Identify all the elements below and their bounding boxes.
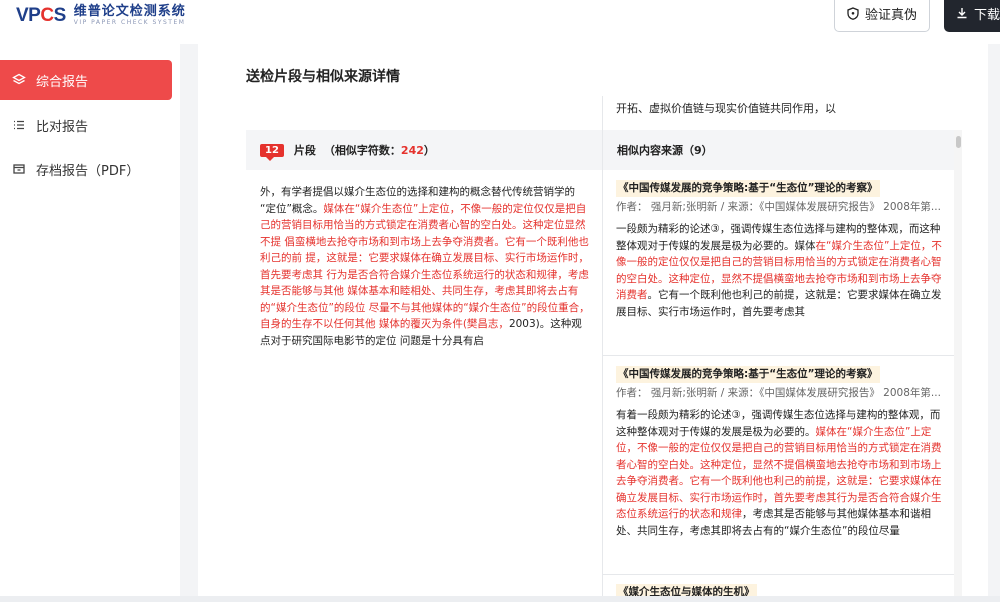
sidebar-item-label: 综合报告 (36, 74, 89, 90)
fragment-text-similar: 媒体在“媒介生态位”上定位，不像一般的定位仅仅是把自 己的营销目标用恰当的方式锁… (260, 202, 590, 331)
logo-mark: VPCS (16, 5, 66, 27)
list-icon (14, 120, 24, 130)
layers-icon (12, 73, 26, 85)
scrollbar-thumb[interactable] (956, 136, 961, 148)
source-divider (603, 574, 955, 575)
sidebar-item-label: 存档报告（PDF） (36, 163, 140, 179)
scrollbar-track[interactable] (954, 130, 962, 602)
source-text-snippet: 开拓、虚拟价值链与现实价值链共同作用，以 (616, 102, 836, 115)
horizontal-scrollbar[interactable] (0, 596, 1000, 602)
similar-count-prefix: （相似字符数： (323, 144, 401, 157)
app-header: VPCS 维普论文检测系统 VIP PAPER CHECK SYSTEM 验证真… (0, 0, 1000, 44)
logo-subtitle: VIP PAPER CHECK SYSTEM (73, 19, 186, 26)
similar-source-item: 《中国传媒发展的竞争策略:基于“生态位”理论的考察》 作者： 强月新;张明新 /… (616, 366, 942, 539)
logo: VPCS 维普论文检测系统 VIP PAPER CHECK SYSTEM (16, 4, 186, 27)
source-meta: 作者： 强月新;张明新 / 来源：《中国媒体发展研究报告》 2008年第... (616, 200, 941, 213)
column-divider (602, 96, 603, 602)
fragment-label: 片段 (293, 144, 316, 157)
download-label: 下载 (974, 7, 1000, 23)
download-icon (957, 8, 967, 19)
sidebar-item-label: 比对报告 (36, 119, 89, 135)
source-divider (603, 355, 955, 356)
sources-header-label: 相似内容来源（9） (617, 144, 713, 157)
logo-mark-part: S (53, 4, 67, 26)
fragment-header: 12 片段 （相似字符数： 242） (246, 130, 602, 170)
source-title-link[interactable]: 《中国传媒发展的竞争策略:基于“生态位”理论的考察》 (616, 366, 880, 383)
sidebar-item-archive-report[interactable]: 存档报告（PDF） (0, 149, 172, 189)
similar-source-item: 《中国传媒发展的竞争策略:基于“生态位”理论的考察》 作者： 强月新;张明新 /… (616, 180, 942, 320)
archive-icon (13, 164, 25, 174)
logo-mark-part: C (40, 4, 54, 26)
source-text: 一段颇为精彩的论述③，强调传媒生态位选择与建构的整体观，而这种整体观对于传媒的发… (616, 221, 942, 320)
source-meta: 作者： 强月新;张明新 / 来源：《中国媒体发展研究报告》 2008年第... (616, 386, 941, 399)
source-text-similar: 媒体在“媒介生态位”上定位，不像一般的定位仅仅是把自己的营销目标用恰当的方式锁定… (616, 425, 942, 521)
verify-label: 验证真伪 (864, 7, 917, 23)
download-button[interactable]: 下载 (944, 0, 1000, 32)
source-text: 有着一段颇为精彩的论述③，强调传媒生态位选择与建构的整体观，而这种整体观对于传媒… (616, 407, 942, 539)
logo-mark-part: VP (16, 4, 41, 26)
sources-header: 相似内容来源（9） (603, 130, 955, 170)
sidebar: 综合报告 比对报告 存档报告（PDF） (0, 44, 180, 602)
sidebar-item-comprehensive-report[interactable]: 综合报告 (0, 60, 172, 100)
logo-text: 维普论文检测系统 VIP PAPER CHECK SYSTEM (74, 4, 186, 27)
similar-char-count: 242 (400, 143, 424, 157)
source-text-plain: 。它有一个既利他也利己的前提，这就是：它要求媒体在确立发展目标、实行市场运作时，… (616, 289, 942, 318)
submitted-fragment-text: 外，有学者提倡以媒介生态位的选择和建构的概念替代传统营销学的 “定位”概念。媒体… (260, 184, 590, 349)
source-title-link[interactable]: 《中国传媒发展的竞争策略:基于“生态位”理论的考察》 (616, 180, 880, 197)
page-title: 送检片段与相似来源详情 (246, 69, 400, 85)
fragment-number-badge: 12 (260, 143, 284, 161)
logo-title: 维普论文检测系统 (73, 4, 186, 19)
sidebar-item-comparison-report[interactable]: 比对报告 (0, 105, 172, 145)
verify-authenticity-button[interactable]: 验证真伪 (834, 0, 930, 32)
main-panel: 送检片段与相似来源详情 开拓、虚拟价值链与现实价值链共同作用，以 12 片段 （… (198, 44, 988, 602)
similar-count-suffix: ） (423, 144, 435, 157)
shield-icon (847, 6, 859, 20)
